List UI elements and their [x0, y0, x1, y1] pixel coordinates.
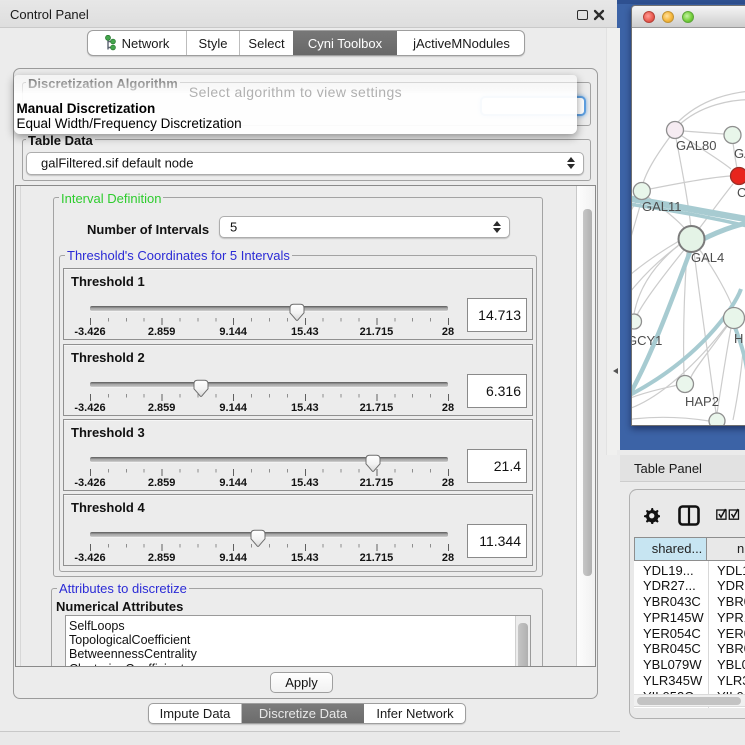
svg-text:GAL80: GAL80: [676, 138, 716, 153]
svg-text:GCY1: GCY1: [632, 333, 662, 348]
svg-text:GA: GA: [734, 146, 745, 161]
svg-text:GAL11: GAL11: [642, 199, 682, 214]
svg-text:H: H: [734, 331, 743, 346]
svg-text:GAL4: GAL4: [691, 250, 724, 265]
svg-text:HAP2: HAP2: [685, 394, 719, 409]
svg-text:C: C: [737, 185, 745, 200]
